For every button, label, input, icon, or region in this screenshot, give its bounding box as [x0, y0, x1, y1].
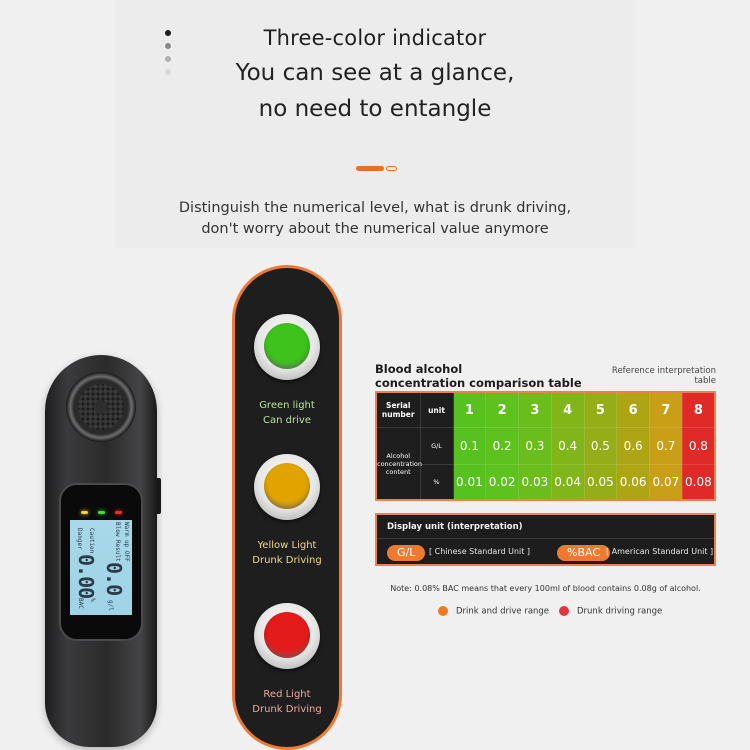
subtitle: Distinguish the numerical level, what is… [0, 198, 750, 240]
gl-cell: 0.7 [649, 427, 683, 465]
red-light-icon [254, 603, 320, 669]
speaker-center [94, 400, 108, 414]
serial-cell: 1 [452, 391, 487, 429]
mouthpiece-speaker-icon [66, 372, 136, 442]
serial-cell: 6 [616, 391, 650, 429]
table-title: Blood alcohol concentration comparison t… [375, 362, 582, 390]
table-title-line-1: Blood alcohol [375, 362, 463, 376]
three-color-indicator-panel: Green light Can drive Yellow Light Drunk… [232, 265, 342, 750]
display-unit-title: Display unit (interpretation) [387, 522, 523, 532]
lcd-unit-pct: % [89, 598, 96, 602]
lcd-reading-gl: 0.0 [102, 562, 126, 596]
gl-cell: 0.2 [485, 427, 519, 465]
red-light-core [264, 612, 310, 658]
red-light-meaning: Drunk Driving [252, 704, 322, 715]
pct-cell: 0.08 [681, 463, 716, 501]
headline-line-2: no need to entangle [258, 96, 492, 122]
divider [377, 538, 714, 539]
pct-cell: 0.03 [518, 463, 552, 501]
lcd-unit-bac: BAC [77, 598, 84, 609]
unit-badge-gl: G/L [387, 545, 426, 561]
gl-cell: 0.5 [583, 427, 618, 465]
lcd-blow: Blow Result [114, 522, 121, 562]
unit-gl: G/L [419, 427, 454, 465]
gl-cell: 0.4 [550, 427, 585, 465]
table-row-gl: Alcohol concentration content G/L 0.1 0.… [375, 427, 716, 501]
status-leds [61, 499, 141, 518]
unit-desc-american: [ American Standard Unit ] [606, 547, 714, 556]
subtitle-line-1: Distinguish the numerical level, what is… [178, 200, 572, 216]
breathalyzer-device: Warm up OFF Blow Result 0.0 g/l Caution … [45, 355, 157, 747]
legend-label: Drunk driving range [577, 606, 663, 617]
display-unit-box: Display unit (interpretation) G/L [ Chin… [375, 513, 716, 566]
section-title: Three-color indicator [257, 26, 491, 50]
pct-cell: 0.07 [649, 463, 683, 501]
pager-dot-active[interactable] [356, 166, 384, 171]
lcd-caution: Caution [88, 528, 95, 554]
lcd-display: Warm up OFF Blow Result 0.0 g/l Caution … [70, 520, 132, 615]
yellow-light-label: Yellow Light Drunk Driving [235, 538, 339, 568]
pct-cell: 0.04 [550, 463, 585, 501]
carousel-pager [356, 158, 397, 177]
green-light-meaning: Can drive [263, 415, 311, 426]
yellow-light-title: Yellow Light [257, 540, 317, 551]
table-reference-line-2: table [694, 376, 716, 386]
lcd-warmup: Warm up OFF [123, 522, 130, 562]
pager-dot[interactable] [386, 166, 397, 171]
lcd-reading-bac: 0.00 [74, 554, 98, 599]
green-light-icon [254, 314, 320, 380]
red-light-label: Red Light Drunk Driving [235, 687, 339, 717]
legend-item: Drink and drive range [438, 606, 549, 617]
gl-cell: 0.8 [681, 427, 716, 465]
table-title-line-2: concentration comparison table [375, 376, 582, 390]
serial-cell: 4 [550, 391, 585, 429]
row-label-alcohol-content: Alcohol concentration content [375, 427, 422, 501]
led-yellow-icon [80, 511, 88, 514]
green-light-core [264, 323, 310, 369]
orange-dot-icon [438, 606, 448, 616]
serial-cell: 3 [518, 391, 552, 429]
yellow-light-core [264, 463, 310, 509]
yellow-light-icon [254, 454, 320, 520]
pct-cell: 0.05 [583, 463, 618, 501]
unit-desc-chinese: [ Chinese Standard Unit ] [429, 547, 531, 556]
gl-cell: 0.3 [518, 427, 552, 465]
legend-item: Drunk driving range [559, 606, 662, 617]
red-dot-icon [559, 606, 569, 616]
bac-note: Note: 0.08% BAC means that every 100ml o… [390, 584, 701, 593]
table-reference-note: Reference interpretation table [612, 366, 716, 386]
device-screen: Warm up OFF Blow Result 0.0 g/l Caution … [59, 483, 143, 641]
header-unit: unit [419, 391, 454, 429]
led-red-icon [114, 511, 122, 514]
headline-line-1: You can see at a glance, [235, 60, 515, 86]
gl-cell: 0.1 [452, 427, 487, 465]
green-light-title: Green light [259, 400, 315, 411]
legend-label: Drink and drive range [456, 606, 550, 617]
table-row-serial: Serial number unit 1 2 3 4 5 6 7 8 [375, 391, 716, 429]
unit-badge-bac: %BAC [557, 545, 611, 561]
serial-cell: 7 [649, 391, 683, 429]
red-light-title: Red Light [263, 689, 311, 700]
gl-cell: 0.6 [616, 427, 650, 465]
pct-cell: 0.01 [452, 463, 487, 501]
green-light-label: Green light Can drive [235, 398, 339, 428]
lcd-unit-gl: g/l [107, 600, 114, 611]
subtitle-line-2: don't worry about the numerical value an… [201, 221, 549, 237]
pct-cell: 0.06 [616, 463, 650, 501]
header-serial-number: Serial number [375, 391, 421, 429]
serial-cell: 2 [485, 391, 519, 429]
bac-comparison-table: Serial number unit 1 2 3 4 5 6 7 8 Alcoh… [375, 391, 716, 501]
led-green-icon [97, 511, 105, 514]
unit-pct: % [419, 463, 454, 501]
yellow-light-meaning: Drunk Driving [252, 555, 322, 566]
serial-cell: 8 [681, 391, 716, 429]
lcd-danger: Danger [76, 528, 83, 550]
speaker-grille [78, 384, 124, 430]
table-reference-line-1: Reference interpretation [611, 366, 716, 376]
serial-cell: 5 [583, 391, 618, 429]
table-row-pct: % 0.01 0.02 0.03 0.04 0.05 0.06 0.07 0.0… [376, 463, 716, 501]
pct-cell: 0.02 [485, 463, 519, 501]
